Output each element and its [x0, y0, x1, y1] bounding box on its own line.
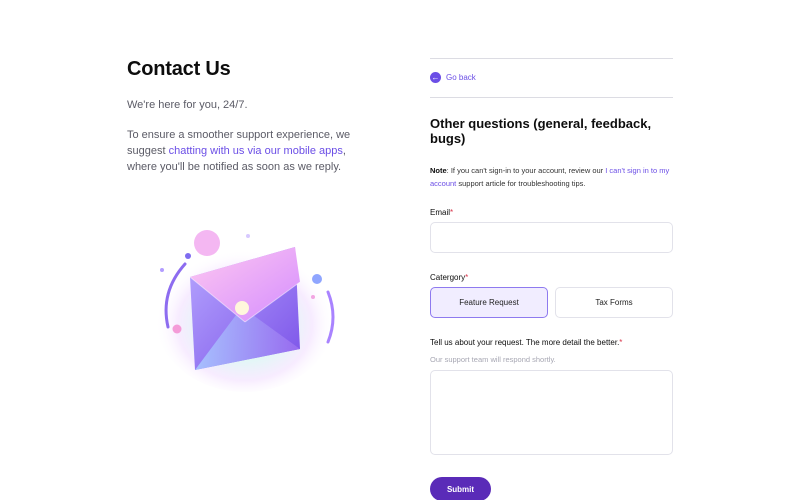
email-label: Email* [430, 208, 453, 217]
required-mark: * [450, 208, 454, 217]
note-after: support article for troubleshooting tips… [456, 178, 586, 188]
required-mark: * [465, 273, 469, 282]
sign-in-note: Note: If you can't sign-in to your accou… [430, 165, 673, 190]
submit-button[interactable]: Submit [430, 477, 491, 500]
note-text: : If you can't sign-in to your account, … [446, 166, 606, 175]
request-textarea[interactable] [430, 370, 673, 455]
form-title: Other questions (general, feedback, bugs… [430, 116, 652, 146]
category-tax-forms-button[interactable]: Tax Forms [555, 287, 673, 318]
support-description: To ensure a smoother support experience,… [127, 127, 377, 175]
divider-bottom [430, 97, 673, 98]
tagline: We're here for you, 24/7. [127, 99, 248, 111]
request-helper-text: Our support team will respond shortly. [430, 355, 556, 364]
required-mark: * [619, 338, 623, 347]
page-title: Contact Us [127, 58, 231, 80]
note-label: Note [430, 166, 447, 175]
divider-top [430, 58, 673, 59]
arrow-left-icon: ← [430, 72, 441, 83]
category-label-text: Catergory [430, 273, 466, 282]
category-feature-request-button[interactable]: Feature Request [430, 287, 548, 318]
go-back-link[interactable]: ← Go back [430, 72, 476, 83]
envelope-illustration [150, 222, 350, 392]
intro-section: Contact Us We're here for you, 24/7. To … [127, 58, 387, 175]
mobile-apps-link[interactable]: chatting with us via our mobile apps [169, 145, 343, 157]
category-label: Catergory* [430, 273, 468, 282]
email-label-text: Email [430, 208, 451, 217]
email-field[interactable] [430, 222, 673, 253]
request-label: Tell us about your request. The more det… [430, 338, 622, 347]
request-label-text: Tell us about your request. The more det… [430, 338, 620, 347]
go-back-label: Go back [446, 73, 476, 82]
